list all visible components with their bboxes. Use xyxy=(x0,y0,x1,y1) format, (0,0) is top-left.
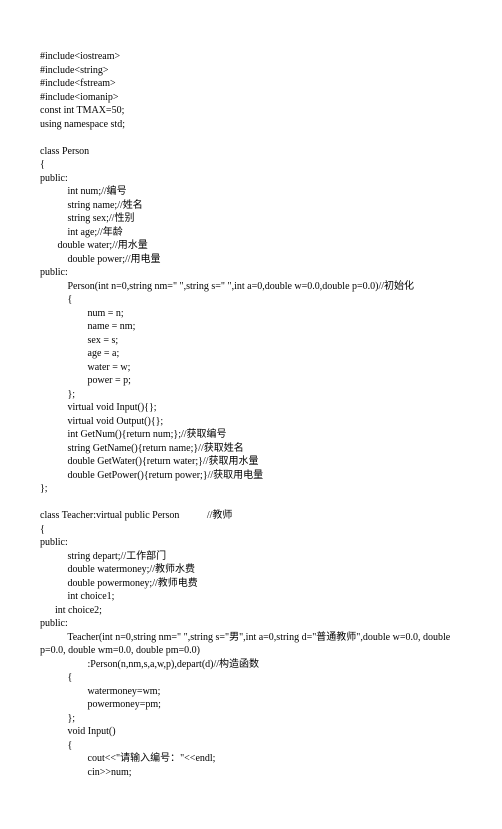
code-line: { xyxy=(40,158,462,172)
code-line: watermoney=wm; xyxy=(40,685,462,699)
code-line: public: xyxy=(40,172,462,186)
code-line xyxy=(40,496,462,510)
code-line: double watermoney;//教师水费 xyxy=(40,563,462,577)
code-line: double powermoney;//教师电费 xyxy=(40,577,462,591)
code-line: age = a; xyxy=(40,347,462,361)
code-line: double GetWater(){return water;}//获取用水量 xyxy=(40,455,462,469)
code-line: cin>>num; xyxy=(40,766,462,780)
code-line: const int TMAX=50; xyxy=(40,104,462,118)
code-line: int num;//编号 xyxy=(40,185,462,199)
code-line: sex = s; xyxy=(40,334,462,348)
code-line: }; xyxy=(40,388,462,402)
code-line: string depart;//工作部门 xyxy=(40,550,462,564)
code-line: { xyxy=(40,293,462,307)
code-line: { xyxy=(40,739,462,753)
code-line: name = nm; xyxy=(40,320,462,334)
code-line: power = p; xyxy=(40,374,462,388)
code-line: string sex;//性别 xyxy=(40,212,462,226)
code-line: string name;//姓名 xyxy=(40,199,462,213)
code-line: virtual void Output(){}; xyxy=(40,415,462,429)
code-line: p=0.0, double wm=0.0, double pm=0.0) xyxy=(40,644,462,658)
code-line: int choice2; xyxy=(40,604,462,618)
code-line: class Teacher:virtual public Person //教师 xyxy=(40,509,462,523)
code-line: #include<fstream> xyxy=(40,77,462,91)
code-line: Teacher(int n=0,string nm=" ",string s="… xyxy=(40,631,462,645)
code-line: #include<string> xyxy=(40,64,462,78)
code-line: }; xyxy=(40,712,462,726)
code-line: { xyxy=(40,671,462,685)
code-line: cout<<"请输入编号："<<endl; xyxy=(40,752,462,766)
code-document: #include<iostream>#include<string>#inclu… xyxy=(40,50,462,779)
code-line: double water;//用水量 xyxy=(40,239,462,253)
code-line: double GetPower(){return power;}//获取用电量 xyxy=(40,469,462,483)
code-line: void Input() xyxy=(40,725,462,739)
code-line: int age;//年龄 xyxy=(40,226,462,240)
code-line: using namespace std; xyxy=(40,118,462,132)
code-line: double power;//用电量 xyxy=(40,253,462,267)
code-line: num = n; xyxy=(40,307,462,321)
code-line: #include<iostream> xyxy=(40,50,462,64)
code-line: int choice1; xyxy=(40,590,462,604)
code-line: int GetNum(){return num;};//获取编号 xyxy=(40,428,462,442)
code-line: #include<iomanip> xyxy=(40,91,462,105)
code-line xyxy=(40,131,462,145)
code-line: virtual void Input(){}; xyxy=(40,401,462,415)
code-line: :Person(n,nm,s,a,w,p),depart(d)//构造函数 xyxy=(40,658,462,672)
code-line: public: xyxy=(40,266,462,280)
code-line: Person(int n=0,string nm=" ",string s=" … xyxy=(40,280,462,294)
code-line: public: xyxy=(40,617,462,631)
code-line: water = w; xyxy=(40,361,462,375)
code-line: string GetName(){return name;}//获取姓名 xyxy=(40,442,462,456)
code-line: powermoney=pm; xyxy=(40,698,462,712)
code-line: }; xyxy=(40,482,462,496)
code-line: class Person xyxy=(40,145,462,159)
code-line: { xyxy=(40,523,462,537)
code-line: public: xyxy=(40,536,462,550)
